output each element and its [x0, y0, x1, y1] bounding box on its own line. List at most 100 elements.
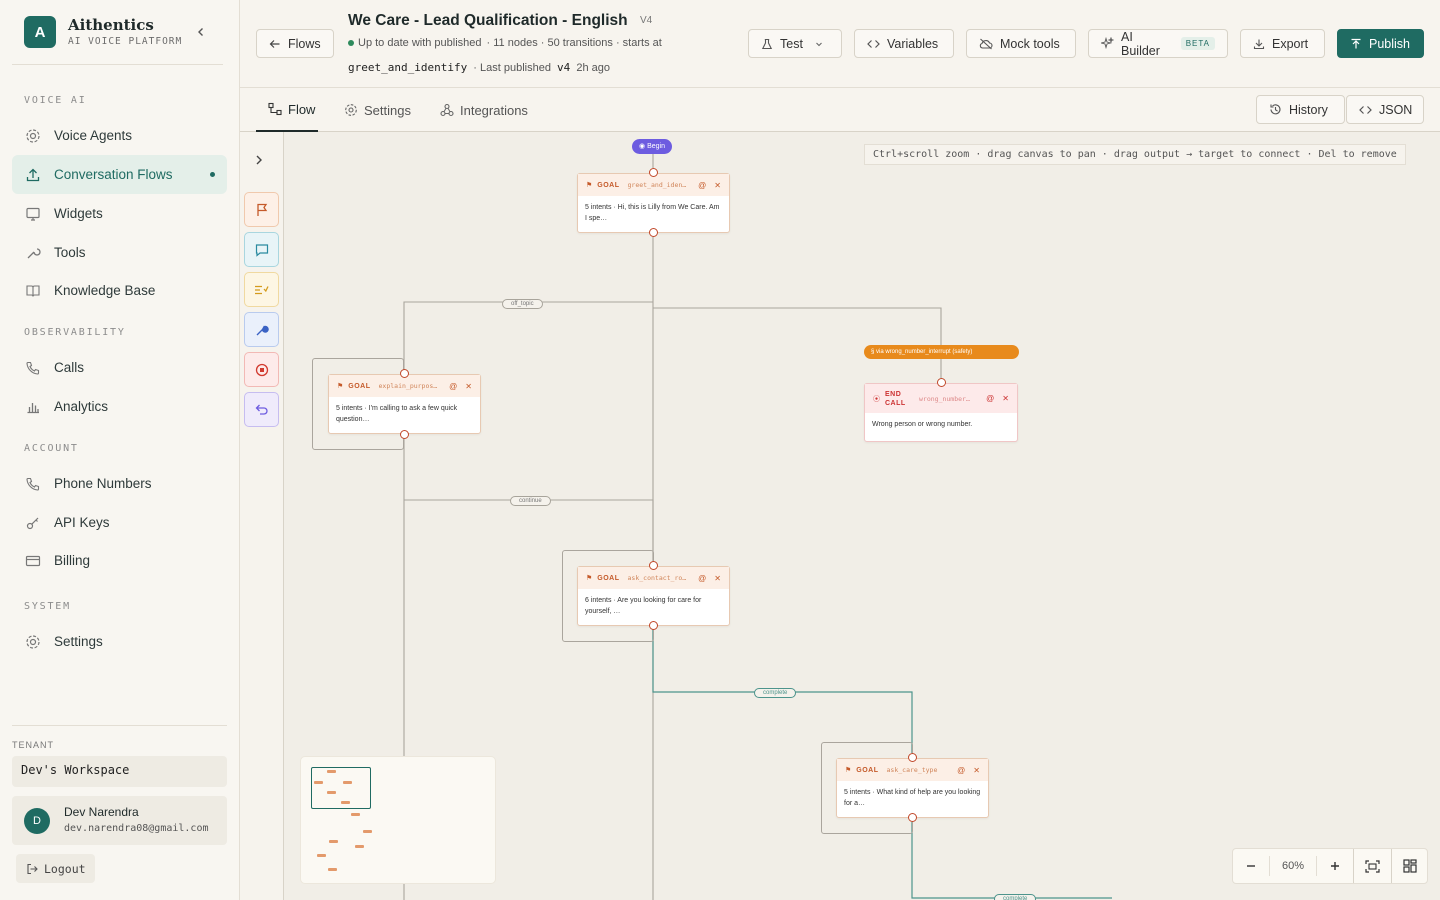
- sidebar-item-phone-numbers[interactable]: Phone Numbers: [12, 464, 227, 503]
- flow-node-goal[interactable]: ⚑ GOAL ask_care_type @ ✕ 5 intents · What…: [836, 758, 989, 818]
- tab-integrations[interactable]: Integrations: [440, 88, 528, 132]
- node-summary: 5 intents · What kind of help are you lo…: [844, 789, 981, 807]
- node-input-port[interactable]: [937, 378, 946, 387]
- add-transfer-node-button[interactable]: [244, 392, 279, 427]
- close-icon[interactable]: ✕: [465, 382, 472, 391]
- flag-icon: ⚑: [337, 383, 344, 390]
- sidebar-item-tools[interactable]: Tools: [12, 233, 227, 272]
- user-card[interactable]: D Dev Narendra dev.narendra08@gmail.com: [12, 796, 227, 845]
- test-label: Test: [780, 36, 803, 51]
- zoom-out-button[interactable]: [1233, 849, 1269, 883]
- node-type: GOAL: [856, 766, 879, 774]
- ai-builder-button[interactable]: AI Builder BETA: [1088, 29, 1228, 58]
- ai-builder-label: AI Builder: [1121, 29, 1160, 58]
- close-icon[interactable]: ✕: [714, 181, 721, 190]
- node-input-port[interactable]: [649, 168, 658, 177]
- node-palette: [240, 132, 284, 900]
- flow-node-goal[interactable]: ⚑ GOAL ask_contact_ro… @ ✕ 6 intents · Ar…: [577, 566, 730, 626]
- history-button[interactable]: History: [1256, 95, 1345, 124]
- canvas-hint: Ctrl+scroll zoom · drag canvas to pan · …: [864, 144, 1406, 165]
- add-goal-node-button[interactable]: [244, 192, 279, 227]
- tenant-label: TENANT: [12, 740, 54, 750]
- sidebar-item-voice-agents[interactable]: Voice Agents: [12, 116, 227, 155]
- close-icon[interactable]: ✕: [1002, 394, 1009, 403]
- edge-label[interactable]: complete: [754, 688, 797, 698]
- brand-logo: A: [24, 16, 56, 48]
- collapse-sidebar-icon[interactable]: [196, 24, 206, 40]
- flow-canvas[interactable]: Ctrl+scroll zoom · drag canvas to pan · …: [240, 132, 1440, 900]
- add-end-node-button[interactable]: [244, 352, 279, 387]
- play-icon: ◉: [639, 143, 646, 150]
- stop-icon: [255, 363, 269, 377]
- layout-icon: [1402, 859, 1417, 873]
- book-icon: [24, 282, 42, 300]
- zoom-in-button[interactable]: [1317, 849, 1353, 883]
- tenant-selector[interactable]: Dev's Workspace: [12, 756, 227, 787]
- link-icon[interactable]: @: [698, 181, 706, 190]
- auto-layout-button[interactable]: [1391, 849, 1427, 883]
- chevron-down-icon: [815, 40, 823, 48]
- minus-icon: [1245, 860, 1257, 872]
- link-icon[interactable]: @: [698, 574, 706, 583]
- back-to-flows-button[interactable]: Flows: [256, 29, 334, 58]
- sidebar-item-knowledge-base[interactable]: Knowledge Base: [12, 271, 227, 310]
- edge-label[interactable]: complete: [994, 894, 1037, 900]
- sidebar-item-calls[interactable]: Calls: [12, 348, 227, 387]
- sidebar-item-api-keys[interactable]: API Keys: [12, 503, 227, 542]
- fit-view-button[interactable]: [1353, 849, 1391, 883]
- export-button[interactable]: Export: [1240, 29, 1325, 58]
- edge-label[interactable]: off_topic: [502, 299, 543, 309]
- publish-button[interactable]: Publish: [1337, 29, 1424, 58]
- sidebar-item-analytics[interactable]: Analytics: [12, 387, 227, 426]
- node-summary: 6 intents · Are you looking for care for…: [585, 597, 702, 615]
- json-button[interactable]: JSON: [1346, 95, 1424, 124]
- node-output-port[interactable]: [908, 813, 917, 822]
- node-input-port[interactable]: [400, 369, 409, 378]
- variables-button[interactable]: Variables: [854, 29, 954, 58]
- expand-palette-icon[interactable]: [254, 154, 264, 169]
- sidebar-item-conversation-flows[interactable]: Conversation Flows: [12, 155, 227, 194]
- add-tool-node-button[interactable]: [244, 312, 279, 347]
- test-button[interactable]: Test: [748, 29, 842, 58]
- minimap[interactable]: [300, 756, 496, 884]
- gear-icon: [344, 103, 358, 117]
- flag-icon: ⚑: [586, 575, 593, 582]
- edge-label[interactable]: continue: [510, 496, 551, 506]
- logout-icon: [26, 863, 38, 875]
- logout-button[interactable]: Logout: [16, 854, 95, 883]
- mock-tools-button[interactable]: Mock tools: [966, 29, 1076, 58]
- link-icon[interactable]: @: [957, 766, 965, 775]
- link-icon[interactable]: @: [986, 394, 994, 403]
- user-name: Dev Narendra: [64, 805, 139, 819]
- add-condition-node-button[interactable]: [244, 272, 279, 307]
- flow-node-goal[interactable]: ⚑ GOAL greet_and_iden… @ ✕ 5 intents · Hi…: [577, 173, 730, 233]
- flow-node-end-call[interactable]: ⦿ END CALL wrong_number… @ ✕ Wrong person…: [864, 383, 1018, 442]
- add-message-node-button[interactable]: [244, 232, 279, 267]
- node-output-port[interactable]: [400, 430, 409, 439]
- sidebar-item-widgets[interactable]: Widgets: [12, 194, 227, 233]
- close-icon[interactable]: ✕: [714, 574, 721, 583]
- publish-info: greet_and_identify · Last published v4 2…: [348, 61, 610, 74]
- brand-subtitle: AI VOICE PLATFORM: [68, 36, 183, 47]
- avatar: D: [24, 808, 50, 834]
- gear-icon: [24, 633, 42, 651]
- tab-flow[interactable]: Flow: [256, 88, 318, 132]
- node-input-port[interactable]: [908, 753, 917, 762]
- sidebar-item-label: Calls: [54, 360, 85, 375]
- sidebar-item-billing[interactable]: Billing: [12, 541, 227, 580]
- node-output-port[interactable]: [649, 228, 658, 237]
- close-icon[interactable]: ✕: [973, 766, 980, 775]
- history-icon: [1269, 103, 1282, 116]
- sidebar-item-label: API Keys: [54, 515, 110, 530]
- section-label-account: ACCOUNT: [24, 443, 79, 454]
- publish-label: Publish: [1369, 36, 1410, 51]
- node-id: explain_purpos…: [378, 382, 438, 390]
- sidebar-item-settings[interactable]: Settings: [12, 622, 227, 661]
- section-label-voice-ai: VOICE AI: [24, 95, 87, 106]
- node-output-port[interactable]: [649, 621, 658, 630]
- node-summary: Wrong person or wrong number.: [872, 421, 973, 428]
- link-icon[interactable]: @: [449, 382, 457, 391]
- flow-node-goal[interactable]: ⚑ GOAL explain_purpos… @ ✕ 5 intents · I'…: [328, 374, 481, 434]
- node-input-port[interactable]: [649, 561, 658, 570]
- tab-settings[interactable]: Settings: [344, 88, 411, 132]
